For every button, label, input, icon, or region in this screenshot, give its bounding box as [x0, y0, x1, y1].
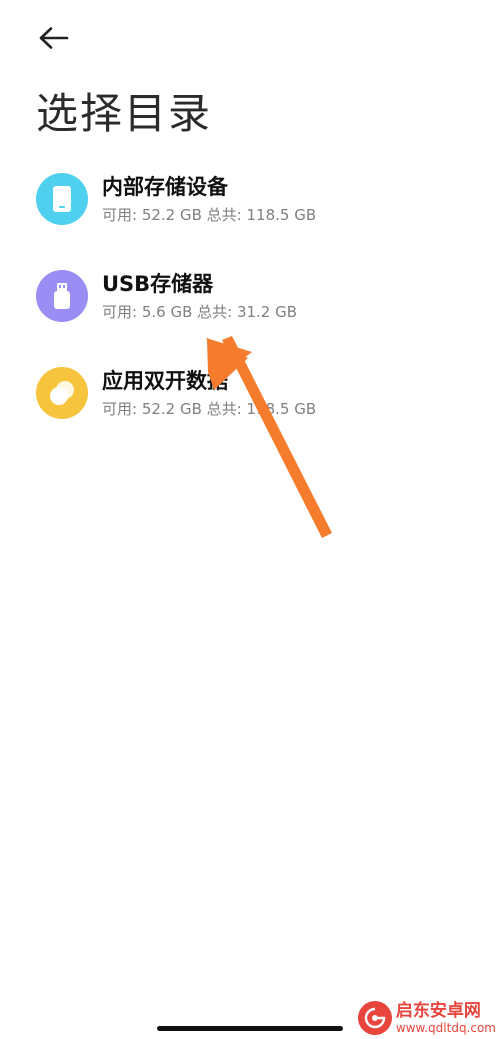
home-indicator[interactable]	[157, 1026, 343, 1031]
watermark-name: 启东安卓网	[395, 1001, 481, 1021]
dual-app-icon	[36, 366, 88, 419]
storage-detail: 可用: 52.2 GB 总共: 118.5 GB	[102, 205, 317, 224]
watermark-url: www.qdltdq.com	[395, 1021, 496, 1035]
storage-name: 应用双开数据	[102, 368, 228, 393]
storage-item-dual-app[interactable]: 应用双开数据 可用: 52.2 GB 总共: 118.5 GB	[0, 344, 500, 441]
storage-item-internal[interactable]: 内部存储设备 可用: 52.2 GB 总共: 118.5 GB	[0, 150, 500, 247]
storage-detail: 可用: 52.2 GB 总共: 118.5 GB	[102, 399, 317, 418]
select-directory-screen: 选择目录 内部存储设备 可用: 52.2 GB 总共: 118.5 GB USB…	[0, 0, 500, 1039]
page-title: 选择目录	[36, 89, 213, 138]
watermark: 启东安卓网 www.qdltdq.com	[357, 1001, 496, 1035]
watermark-logo-icon	[357, 1001, 392, 1035]
storage-name: USB存储器	[102, 271, 214, 296]
usb-drive-icon	[36, 269, 88, 322]
storage-name: 内部存储设备	[102, 174, 228, 199]
storage-item-usb[interactable]: USB存储器 可用: 5.6 GB 总共: 31.2 GB	[0, 247, 500, 344]
back-arrow-icon	[39, 27, 69, 49]
phone-storage-icon	[36, 172, 88, 225]
back-button[interactable]	[30, 18, 78, 58]
storage-detail: 可用: 5.6 GB 总共: 31.2 GB	[102, 302, 298, 321]
storage-list: 内部存储设备 可用: 52.2 GB 总共: 118.5 GB USB存储器 可…	[0, 150, 500, 441]
